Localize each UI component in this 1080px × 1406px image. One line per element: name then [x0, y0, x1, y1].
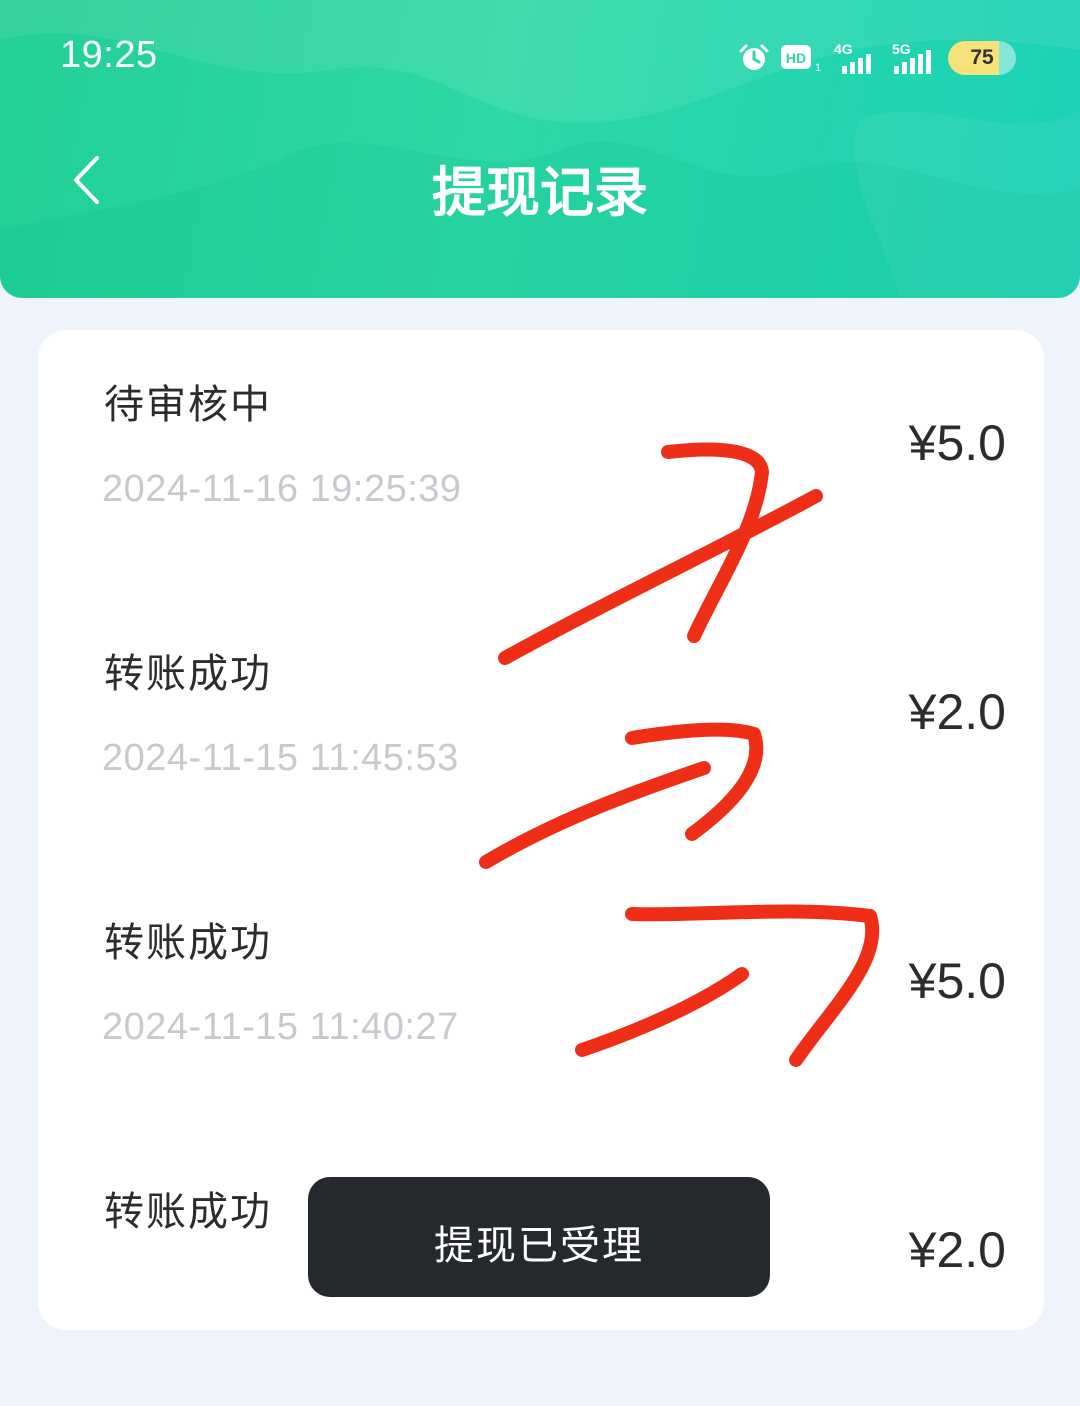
record-status: 待审核中 [104, 382, 272, 428]
record-time: 2024-11-15 11:40:27 [102, 1006, 459, 1048]
battery-level: 75 [970, 46, 994, 69]
4g-signal-icon: 4G [832, 40, 880, 76]
record-amount: ¥2.0 [908, 1222, 1006, 1278]
record-time: 2024-11-15 11:45:53 [102, 737, 459, 779]
record-amount: ¥5.0 [908, 415, 1006, 471]
toast-message: 提现已受理 [308, 1177, 770, 1297]
record-status: 转账成功 [104, 1189, 272, 1235]
svg-text:1: 1 [815, 62, 821, 74]
record-time: 2024-11-16 19:25:39 [102, 468, 462, 510]
record-row[interactable]: 转账成功 2024-11-15 11:40:27 ¥5.0 [38, 868, 1044, 1137]
record-status: 转账成功 [104, 920, 272, 966]
record-status: 转账成功 [104, 651, 272, 697]
status-icons: HD 1 4G 5G 75 [738, 36, 1016, 80]
5g-signal-icon: 5G [890, 40, 938, 76]
svg-text:4G: 4G [834, 41, 853, 57]
battery-icon: 75 [948, 41, 1016, 75]
page-title: 提现记录 [432, 161, 648, 224]
record-amount: ¥5.0 [908, 953, 1006, 1009]
svg-text:HD: HD [786, 50, 806, 66]
alarm-icon [738, 42, 770, 74]
hd-icon: HD 1 [780, 42, 822, 74]
svg-text:5G: 5G [892, 41, 911, 57]
record-row[interactable]: 转账成功 2024-11-15 11:45:53 ¥2.0 [38, 599, 1044, 868]
record-amount: ¥2.0 [908, 684, 1006, 740]
header-bar: 19:25 HD 1 4G 5G 75 提现记录 [0, 0, 1080, 298]
toast-text: 提现已受理 [434, 1223, 644, 1269]
record-row[interactable]: 待审核中 2024-11-16 19:25:39 ¥5.0 [38, 330, 1044, 599]
status-time: 19:25 [60, 34, 158, 76]
